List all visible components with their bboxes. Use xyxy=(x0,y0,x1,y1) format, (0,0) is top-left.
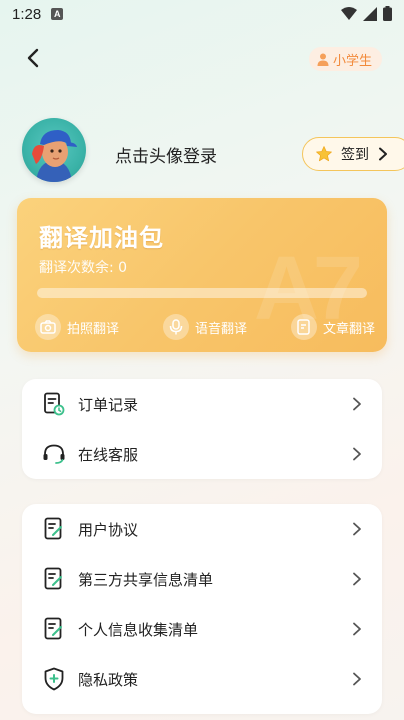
chevron-right-icon xyxy=(379,147,387,161)
fuel-pack-title: 翻译加油包 xyxy=(39,224,164,252)
menu-label: 隐私政策 xyxy=(78,670,139,689)
menu-item-user-agreement[interactable]: 用户协议 xyxy=(22,504,382,554)
voice-translate-button[interactable]: 语音翻译 xyxy=(162,314,247,340)
fuel-pack-actions: 拍照翻译 语音翻译 文章翻译 xyxy=(35,314,375,340)
signin-label: 签到 xyxy=(341,147,369,163)
login-prompt[interactable]: 点击头像登录 xyxy=(115,142,217,167)
chevron-right-icon xyxy=(353,522,361,536)
chevron-right-icon xyxy=(353,622,361,636)
document-edit-icon xyxy=(290,314,317,340)
role-badge[interactable]: 小学生 xyxy=(308,47,382,71)
document-icon xyxy=(42,517,66,541)
status-bar: 1:28 A xyxy=(0,0,404,28)
headset-icon xyxy=(42,442,66,466)
translation-fuel-pack-card[interactable]: A7 翻译加油包 翻译次数余: 0 拍照翻译 语音翻译 文章翻译 xyxy=(17,198,387,352)
chevron-right-icon xyxy=(353,572,361,586)
menu-item-order-record[interactable]: 订单记录 xyxy=(22,379,382,429)
avatar[interactable] xyxy=(22,118,86,182)
fuel-pack-progress-bar xyxy=(37,288,367,298)
menu-label: 用户协议 xyxy=(78,520,139,539)
battery-icon xyxy=(383,6,392,21)
photo-translate-button[interactable]: 拍照翻译 xyxy=(35,314,119,340)
back-button[interactable] xyxy=(22,46,46,70)
chevron-right-icon xyxy=(353,447,361,461)
microphone-icon xyxy=(162,314,189,340)
signin-button[interactable]: 签到 xyxy=(302,137,404,171)
shield-icon xyxy=(42,667,66,691)
menu-item-personal-info-collection[interactable]: 个人信息收集清单 xyxy=(22,604,382,654)
avatar-character-icon xyxy=(32,130,77,182)
menu-label: 第三方共享信息清单 xyxy=(78,570,214,589)
document-icon xyxy=(42,617,66,641)
signal-icon xyxy=(363,6,377,21)
chevron-right-icon xyxy=(353,397,361,411)
menu-group-orders: 订单记录 在线客服 xyxy=(22,379,382,479)
menu-item-third-party-sharing[interactable]: 第三方共享信息清单 xyxy=(22,554,382,604)
role-label: 小学生 xyxy=(332,53,372,69)
star-icon xyxy=(316,146,332,162)
menu-item-privacy-policy[interactable]: 隐私政策 xyxy=(22,654,382,704)
photo-translate-label: 拍照翻译 xyxy=(67,321,120,337)
voice-translate-label: 语音翻译 xyxy=(194,321,247,337)
article-translate-label: 文章翻译 xyxy=(322,321,375,337)
document-icon xyxy=(42,567,66,591)
status-time: 1:28 xyxy=(12,5,42,23)
user-icon xyxy=(317,53,329,66)
camera-icon xyxy=(35,314,61,340)
fuel-pack-remaining: 翻译次数余: 0 xyxy=(39,260,128,276)
wifi-icon xyxy=(341,6,357,20)
menu-label: 个人信息收集清单 xyxy=(78,620,199,639)
order-record-icon xyxy=(42,392,66,416)
menu-item-online-service[interactable]: 在线客服 xyxy=(22,429,382,479)
chevron-right-icon xyxy=(353,672,361,686)
article-translate-button[interactable]: 文章翻译 xyxy=(290,314,375,340)
menu-label: 在线客服 xyxy=(78,445,139,464)
menu-label: 订单记录 xyxy=(78,395,139,414)
menu-group-policies: 用户协议 第三方共享信息清单 个人信息收集清单 隐私政策 xyxy=(22,504,382,714)
notification-badge-icon: A xyxy=(51,8,64,20)
